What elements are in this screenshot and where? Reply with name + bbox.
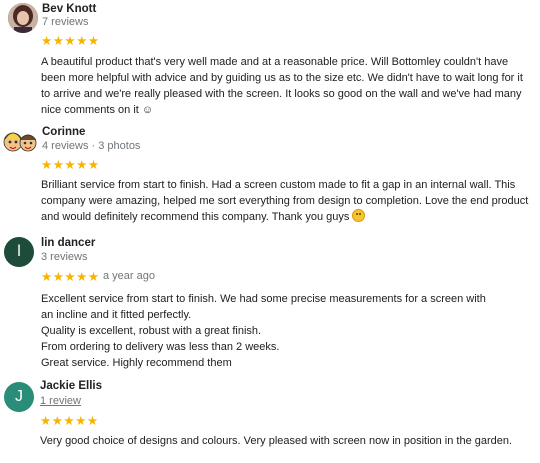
star-rating: ★★★★★ [40,414,99,428]
reviewer-name[interactable]: lin dancer [41,237,95,249]
avatar-letter: J [15,388,23,405]
avatar[interactable]: l [4,237,34,267]
reviewer-name[interactable]: Corinne [42,126,85,138]
review-paragraph: Excellent service from start to finish. … [41,293,486,321]
review-paragraph: Very good choice of designs and colours.… [40,435,513,447]
review-paragraph: Quality is excellent, robust with a grea… [41,325,262,337]
review-text: A beautiful product that's very well mad… [41,54,533,118]
avatar[interactable]: J [4,382,34,412]
reviewer-meta[interactable]: 3 reviews [41,251,87,263]
review-paragraph: Great service. Highly recommend them [41,357,232,369]
review-time: a year ago [103,270,155,282]
star-rating: ★★★★★ [41,34,100,48]
avatar-letter: l [17,243,21,260]
review-text: Brilliant service from start to finish. … [41,177,533,225]
avatar[interactable] [8,3,38,33]
review-text: Very good choice of designs and colours.… [40,433,535,449]
reviewer-name[interactable]: Bev Knott [42,3,96,15]
review-paragraph: A beautiful product that's very well mad… [41,56,523,116]
star-rating: ★★★★★ [41,270,100,284]
review-text: Excellent service from start to finish. … [41,291,501,371]
cartoon-faces-icon [3,132,37,152]
avatar[interactable] [2,124,38,160]
reviewer-meta[interactable]: 1 review [40,395,81,407]
smiley-emoji-icon [352,209,366,222]
profile-photo-icon [8,3,38,33]
reviewer-name[interactable]: Jackie Ellis [40,380,102,392]
review-paragraph: From ordering to delivery was less than … [41,341,280,353]
reviewer-meta[interactable]: 4 reviews · 3 photos [42,140,140,152]
reviewer-meta[interactable]: 7 reviews [42,16,88,28]
review-paragraph: Brilliant service from start to finish. … [41,179,529,223]
star-rating: ★★★★★ [41,158,100,172]
